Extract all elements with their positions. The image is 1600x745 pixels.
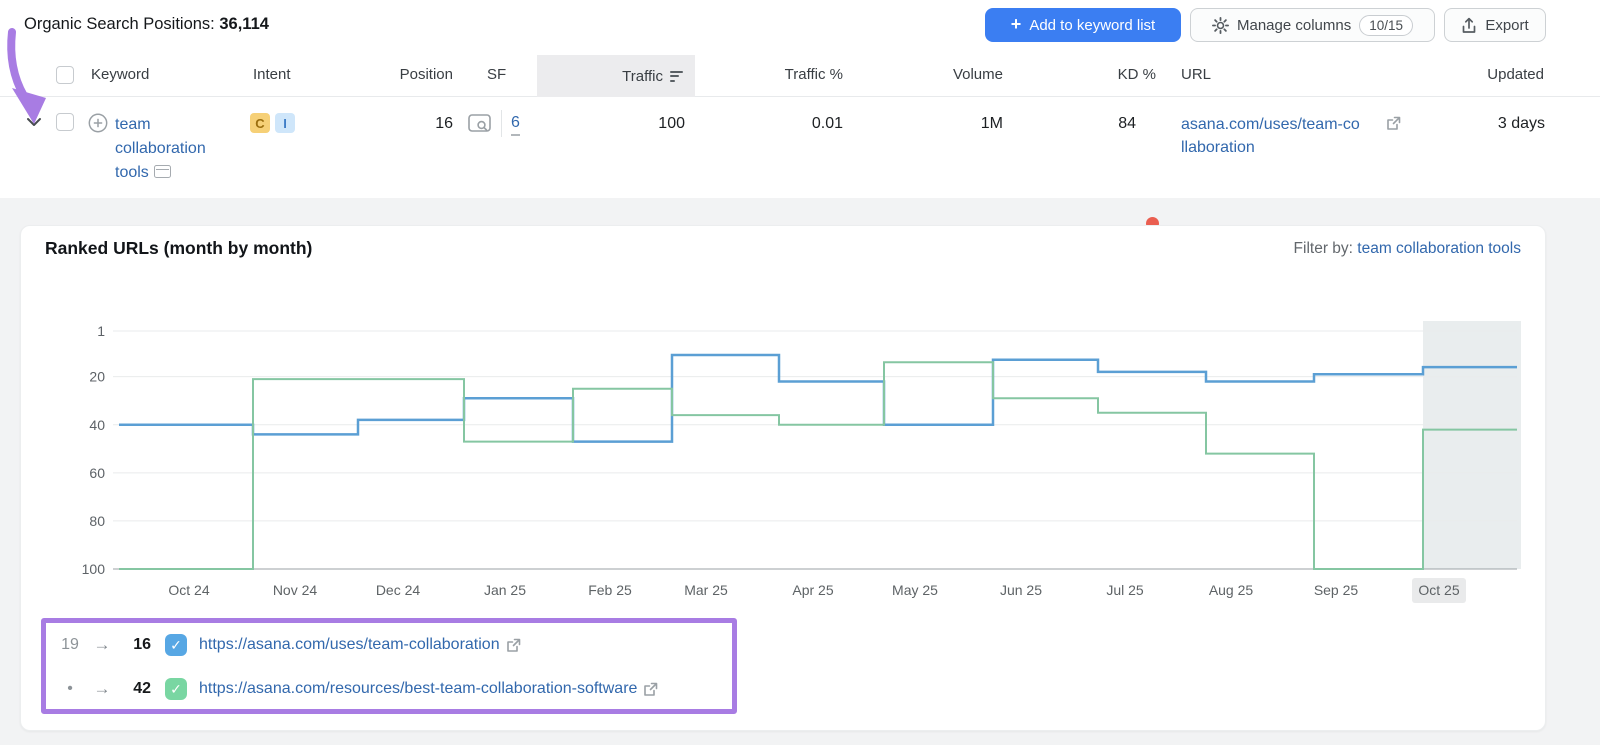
svg-text:Jan 25: Jan 25 — [484, 582, 526, 598]
table-header: Keyword Intent Position SF Traffic Traff… — [0, 55, 1600, 97]
page-title-label: Organic Search Positions: — [24, 15, 215, 33]
kd-value: 84 — [1046, 115, 1136, 133]
traffic-pct-value: 0.01 — [723, 115, 843, 133]
divider — [501, 110, 502, 137]
manage-columns-label: Manage columns — [1237, 17, 1351, 34]
legend-url-link-1[interactable]: https://asana.com/uses/team-collaboratio… — [199, 636, 500, 654]
svg-text:1: 1 — [97, 323, 105, 339]
svg-text:100: 100 — [82, 561, 106, 577]
col-url[interactable]: URL — [1181, 66, 1211, 83]
col-volume[interactable]: Volume — [883, 66, 1003, 83]
svg-text:Jun 25: Jun 25 — [1000, 582, 1042, 598]
intent-commercial-badge: C — [250, 113, 270, 133]
position-value: 16 — [383, 115, 453, 133]
svg-text:Oct 25: Oct 25 — [1418, 582, 1459, 598]
position-step-chart: 1 20 40 60 80 100 Oct 24 Nov 24 Dec 24 Jan 25 Feb … — [21, 226, 1547, 616]
legend-row-2: • → 42 ✓ https://asana.com/resources/bes… — [57, 676, 658, 702]
external-link-icon[interactable] — [1386, 116, 1401, 131]
select-all-checkbox[interactable] — [56, 66, 74, 84]
previous-position: 19 — [57, 636, 83, 654]
page-title-value: 36,114 — [219, 15, 269, 33]
table-row: team collaboration tools CI 16 6 100 0.0… — [0, 97, 1600, 198]
col-traffic-label: Traffic — [622, 68, 663, 85]
export-button[interactable]: Export — [1444, 8, 1546, 42]
svg-text:20: 20 — [89, 369, 105, 385]
svg-text:60: 60 — [89, 465, 105, 481]
col-traffic-pct[interactable]: Traffic % — [723, 66, 843, 83]
external-link-icon[interactable] — [643, 682, 658, 697]
legend-row-1: 19 → 16 ✓ https://asana.com/uses/team-co… — [57, 632, 521, 658]
col-sf[interactable]: SF — [487, 66, 506, 83]
ranked-urls-panel: Ranked URLs (month by month) Filter by: … — [20, 225, 1546, 731]
svg-text:Sep 25: Sep 25 — [1314, 582, 1359, 598]
svg-text:80: 80 — [89, 513, 105, 529]
svg-text:Nov 24: Nov 24 — [273, 582, 318, 598]
previous-position: • — [57, 680, 83, 698]
sf-count[interactable]: 6 — [511, 114, 520, 136]
expand-chevron-icon[interactable] — [26, 117, 42, 127]
intent-badges: CI — [250, 113, 300, 133]
volume-value: 1M — [883, 115, 1003, 133]
svg-text:May 25: May 25 — [892, 582, 938, 598]
col-traffic[interactable]: Traffic — [537, 55, 695, 97]
gear-icon — [1212, 17, 1229, 34]
traffic-value: 100 — [585, 115, 685, 133]
top-section: Organic Search Positions: 36,114 + Add t… — [0, 0, 1600, 198]
serp-preview-icon[interactable] — [468, 114, 491, 134]
arrow-right-icon: → — [83, 635, 121, 655]
col-keyword[interactable]: Keyword — [91, 66, 149, 83]
svg-text:Oct 24: Oct 24 — [168, 582, 209, 598]
export-label: Export — [1485, 17, 1528, 34]
svg-text:Feb 25: Feb 25 — [588, 582, 632, 598]
svg-text:Mar 25: Mar 25 — [684, 582, 728, 598]
current-position: 16 — [121, 636, 151, 654]
svg-text:Aug 25: Aug 25 — [1209, 582, 1254, 598]
series-checkbox-green[interactable]: ✓ — [165, 678, 187, 700]
legend-url-link-2[interactable]: https://asana.com/resources/best-team-co… — [199, 680, 637, 698]
row-checkbox[interactable] — [56, 113, 74, 131]
svg-text:40: 40 — [89, 417, 105, 433]
page-title: Organic Search Positions: 36,114 — [24, 15, 269, 34]
col-kd[interactable]: KD % — [1056, 66, 1156, 83]
col-intent[interactable]: Intent — [253, 66, 291, 83]
intent-informational-badge: I — [275, 113, 295, 133]
col-position[interactable]: Position — [363, 66, 453, 83]
columns-count-badge: 10/15 — [1359, 15, 1413, 36]
serp-window-icon[interactable] — [154, 165, 171, 178]
add-to-keyword-list-label: Add to keyword list — [1029, 17, 1155, 34]
arrow-right-icon: → — [83, 679, 121, 699]
col-updated[interactable]: Updated — [1424, 66, 1544, 83]
add-to-keyword-list-button[interactable]: + Add to keyword list — [985, 8, 1181, 42]
plus-icon: + — [1011, 14, 1022, 35]
svg-text:Apr 25: Apr 25 — [792, 582, 833, 598]
external-link-icon[interactable] — [506, 638, 521, 653]
svg-text:Dec 24: Dec 24 — [376, 582, 421, 598]
result-url-link[interactable]: asana.com/uses/team-collaboration — [1181, 116, 1360, 156]
export-icon — [1461, 17, 1477, 34]
series-checkbox-blue[interactable]: ✓ — [165, 634, 187, 656]
add-keyword-plus-icon[interactable] — [88, 113, 108, 133]
manage-columns-button[interactable]: Manage columns 10/15 — [1190, 8, 1435, 42]
updated-value: 3 days — [1445, 115, 1545, 133]
svg-text:Jul 25: Jul 25 — [1106, 582, 1144, 598]
current-position: 42 — [121, 680, 151, 698]
sort-desc-icon — [670, 71, 683, 82]
